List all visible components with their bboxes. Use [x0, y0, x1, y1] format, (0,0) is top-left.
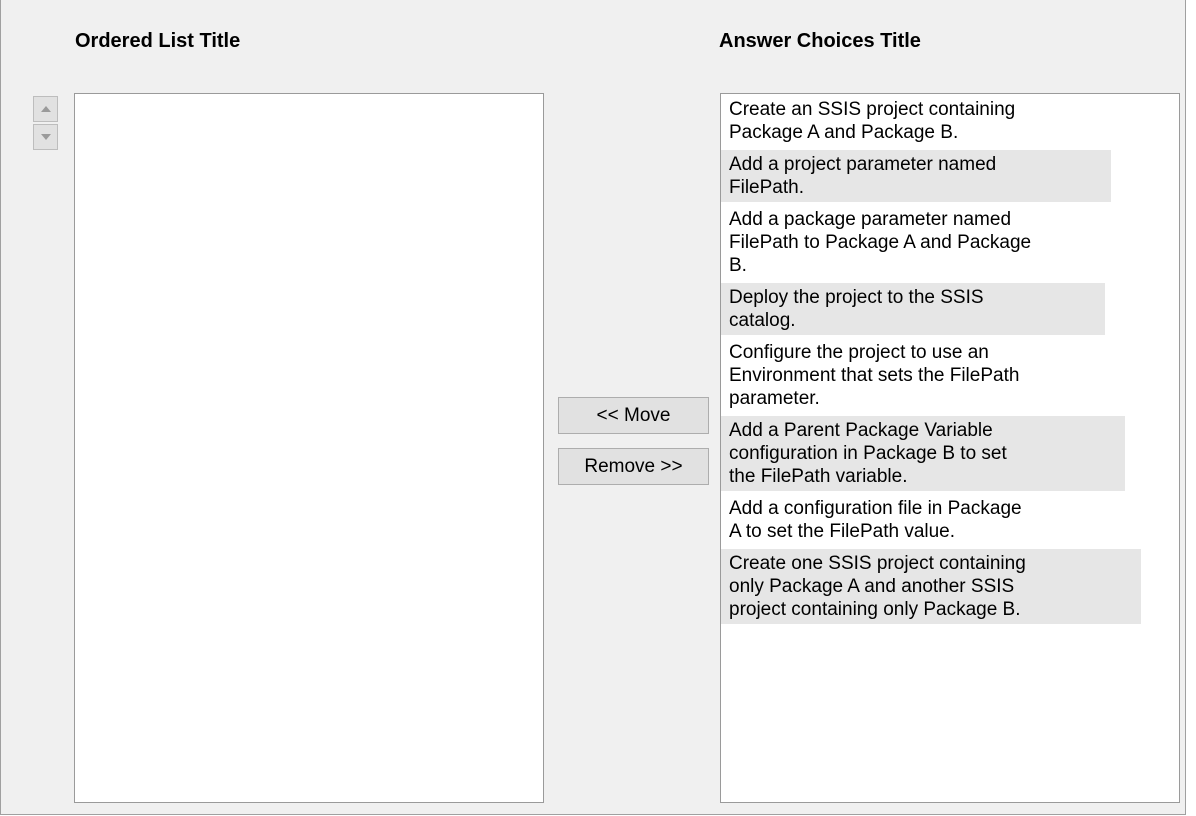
- remove-button[interactable]: Remove >>: [558, 448, 709, 485]
- answer-choice-item[interactable]: Create an SSIS project containing Package…: [721, 95, 1119, 147]
- move-down-button[interactable]: [33, 124, 58, 150]
- answer-choice-item[interactable]: Create one SSIS project containing only P…: [721, 549, 1141, 624]
- answer-choice-item[interactable]: Add a package parameter named FilePath to…: [721, 205, 1153, 280]
- answer-choice-text: Add a package parameter named: [729, 209, 1012, 230]
- answer-choices-list: Create an SSIS project containing Package…: [720, 93, 1180, 803]
- answer-choice-text: Create one SSIS project containing: [729, 553, 1026, 574]
- answer-choice-text: Add a Parent Package Variable: [729, 420, 993, 441]
- answer-choice-text: project containing only Package B.: [729, 599, 1021, 620]
- answer-choice-item[interactable]: Configure the project to use an Environme…: [721, 338, 1125, 413]
- answer-choice-text: Deploy the project to the SSIS: [729, 287, 984, 308]
- answer-choice-text: catalog.: [729, 310, 796, 331]
- answer-choice-text: Package A and Package B.: [729, 122, 959, 143]
- move-up-button[interactable]: [33, 96, 58, 122]
- ordered-list-title: Ordered List Title: [75, 30, 241, 52]
- answer-choices-title: Answer Choices Title: [719, 30, 921, 52]
- answer-choice-item[interactable]: Add a project parameter named FilePath.: [721, 150, 1111, 202]
- answer-choice-text: B.: [729, 255, 747, 276]
- answer-choice-item[interactable]: Add a configuration file in Package A to …: [721, 494, 1155, 546]
- answer-choice-text: FilePath to Package A and Package: [729, 232, 1032, 253]
- answer-choice-text: Configure the project to use an: [729, 342, 989, 363]
- answer-choice-item[interactable]: Deploy the project to the SSIS catalog.: [721, 283, 1105, 335]
- answer-choice-item[interactable]: Add a Parent Package Variable configurati…: [721, 416, 1125, 491]
- up-arrow-icon: [41, 106, 51, 112]
- ordering-question-panel: Ordered List Title Answer Choices Title …: [0, 0, 1186, 815]
- down-arrow-icon: [41, 134, 51, 140]
- answer-choice-text: the FilePath variable.: [729, 466, 908, 487]
- answer-choice-text: Create an SSIS project containing: [729, 99, 1016, 120]
- answer-choice-text: Environment that sets the FilePath: [729, 365, 1020, 386]
- answer-choice-text: only Package A and another SSIS: [729, 576, 1015, 597]
- answer-choice-text: A to set the FilePath value.: [729, 521, 956, 542]
- answer-choice-text: Add a project parameter named: [729, 154, 997, 175]
- answer-choice-text: configuration in Package B to set: [729, 443, 1007, 464]
- ordered-list-box[interactable]: [74, 93, 544, 803]
- answer-choice-text: FilePath.: [729, 177, 804, 198]
- move-button[interactable]: << Move: [558, 397, 709, 434]
- answer-choice-text: parameter.: [729, 388, 820, 409]
- answer-choice-text: Add a configuration file in Package: [729, 498, 1022, 519]
